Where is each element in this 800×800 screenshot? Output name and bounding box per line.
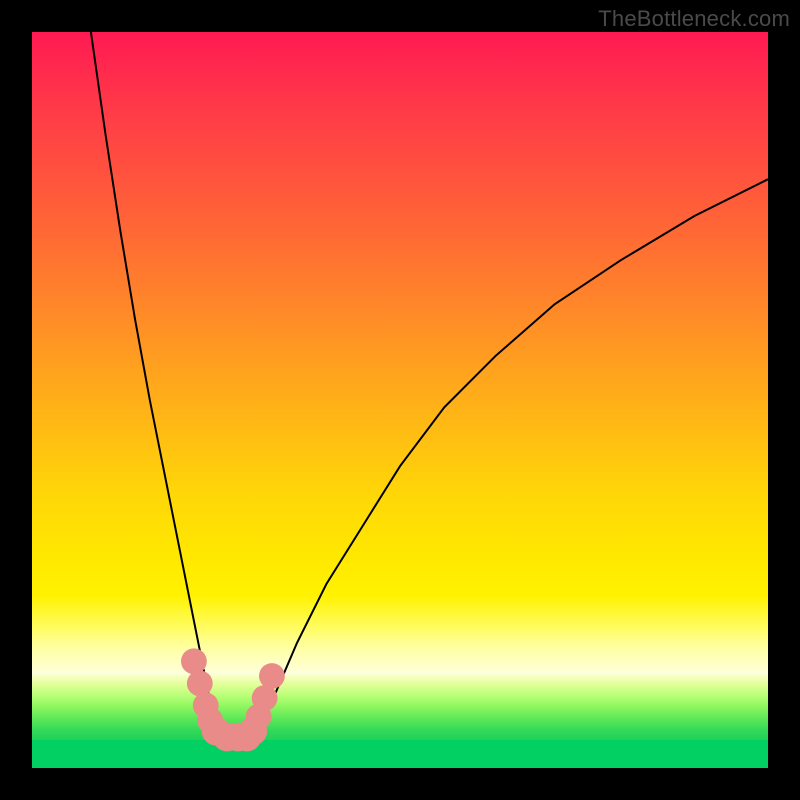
valley-marker [259,663,285,689]
series-right-branch [253,179,768,738]
watermark-text: TheBottleneck.com [598,6,790,32]
series-left-branch [91,32,216,739]
bottleneck-curves [91,32,768,743]
valley-markers [181,648,285,751]
valley-marker [187,671,213,697]
chart-frame: TheBottleneck.com [0,0,800,800]
valley-marker [252,685,278,711]
plot-area [32,32,768,768]
curve-layer [32,32,768,768]
valley-marker [181,648,207,674]
